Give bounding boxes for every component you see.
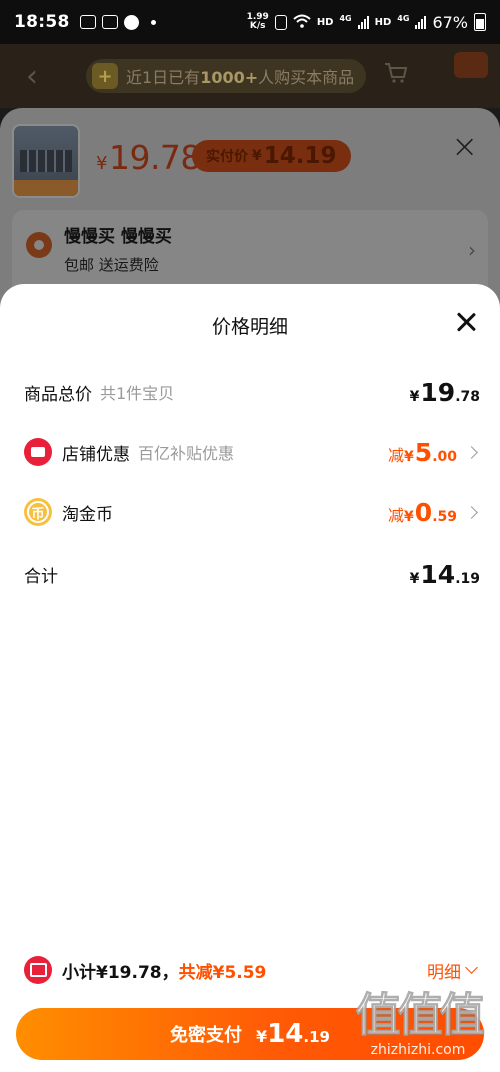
shopping-bag-icon: + [92, 63, 118, 89]
close-icon[interactable] [454, 310, 478, 334]
detail-toggle-link[interactable]: 明细 [427, 958, 480, 983]
row-label: 淘金币 [62, 504, 113, 525]
coin-icon: 币 [24, 498, 52, 526]
status-time: 18:58 [14, 12, 70, 32]
banner-text: 近1日已有1000+人购买本商品 [126, 68, 355, 87]
real-price-badge: 实付价 ¥14.19 [192, 140, 351, 172]
app-notification-icon [79, 15, 96, 29]
pay-button-label: 免密支付 [170, 1025, 243, 1046]
gallery-icon [101, 15, 118, 29]
lte-label: 4G [339, 13, 352, 23]
watermark-glyphs: 值值值 [355, 988, 486, 1042]
chevron-right-icon [465, 445, 478, 459]
row-sublabel: 百亿补贴优惠 [138, 444, 235, 463]
detail-link-label: 明细 [427, 962, 461, 983]
wifi-icon [293, 14, 311, 31]
row-taojinbi[interactable]: 币 淘金币 减 ¥0.59 [24, 492, 480, 532]
net-speed-unit: K/s [249, 21, 266, 31]
cart-icon [384, 62, 408, 90]
address-shipping: 包邮 送运费险 [64, 256, 159, 274]
row-goods-total: 商品总价 共1件宝贝 ¥19.78 [24, 372, 480, 412]
watermark-logo: 值值值 zhizhizhi.com [350, 988, 486, 1059]
hd-label: HD [316, 16, 334, 28]
row-total: 合计 ¥14.19 [24, 554, 480, 594]
subtotal-text: 小计¥19.78， [62, 962, 179, 983]
row-store-discount[interactable]: 店铺优惠 百亿补贴优惠 减 ¥5.00 [24, 432, 480, 472]
status-right: 1.99 K/s HD 4G HD 4G 67% [247, 13, 486, 32]
more-notifications-dot-icon [150, 19, 156, 25]
sheet-title: 价格明细 [211, 316, 288, 338]
battery-percent: 67% [432, 12, 468, 32]
battery-icon [474, 13, 486, 31]
hd-label-2: HD [374, 16, 392, 28]
address-chevron-icon: › [468, 238, 476, 262]
row-sublabel: 共1件宝贝 [100, 384, 175, 403]
notification-icons [79, 14, 156, 30]
background-header: ‹ + 近1日已有1000+人购买本商品 [0, 44, 500, 108]
row-amount: 减 ¥0.59 [388, 497, 457, 527]
location-pin-icon [26, 232, 52, 258]
product-price: ¥19.78 [96, 138, 201, 177]
promo-badge [454, 52, 488, 78]
watermark-url: zhizhizhi.com [370, 1042, 466, 1058]
back-icon: ‹ [26, 58, 38, 94]
address-name: 慢慢买 慢慢买 [64, 227, 172, 247]
row-label: 商品总价 [24, 384, 92, 405]
row-label: 合计 [24, 566, 58, 587]
subtotal-bar: 小计¥19.78， 共减¥5.59 明细 [24, 954, 480, 986]
sku-close-icon: × [451, 127, 478, 165]
row-label: 店铺优惠 [62, 444, 130, 465]
network-speed: 1.99 K/s [247, 13, 269, 31]
lte-label-2: 4G [397, 13, 410, 23]
signal-icon [357, 15, 369, 29]
row-amount: ¥19.78 [409, 377, 480, 407]
status-bar: 18:58 1.99 K/s HD 4G HD 4G 67% [0, 0, 500, 44]
product-thumbnail [12, 124, 80, 198]
nfc-icon [274, 14, 287, 30]
row-amount: 减 ¥5.00 [388, 437, 457, 467]
browser-icon [123, 14, 139, 30]
total-reduce-text: 共减¥5.59 [178, 962, 267, 983]
chevron-down-icon [465, 961, 478, 974]
store-icon [24, 438, 52, 466]
coupon-icon [24, 956, 52, 984]
pay-amount: ¥14.19 [256, 1019, 330, 1049]
purchase-banner: + 近1日已有1000+人购买本商品 [86, 59, 367, 93]
chevron-right-icon [465, 505, 478, 519]
signal-icon-2 [415, 15, 427, 29]
row-amount: ¥14.19 [409, 559, 480, 589]
